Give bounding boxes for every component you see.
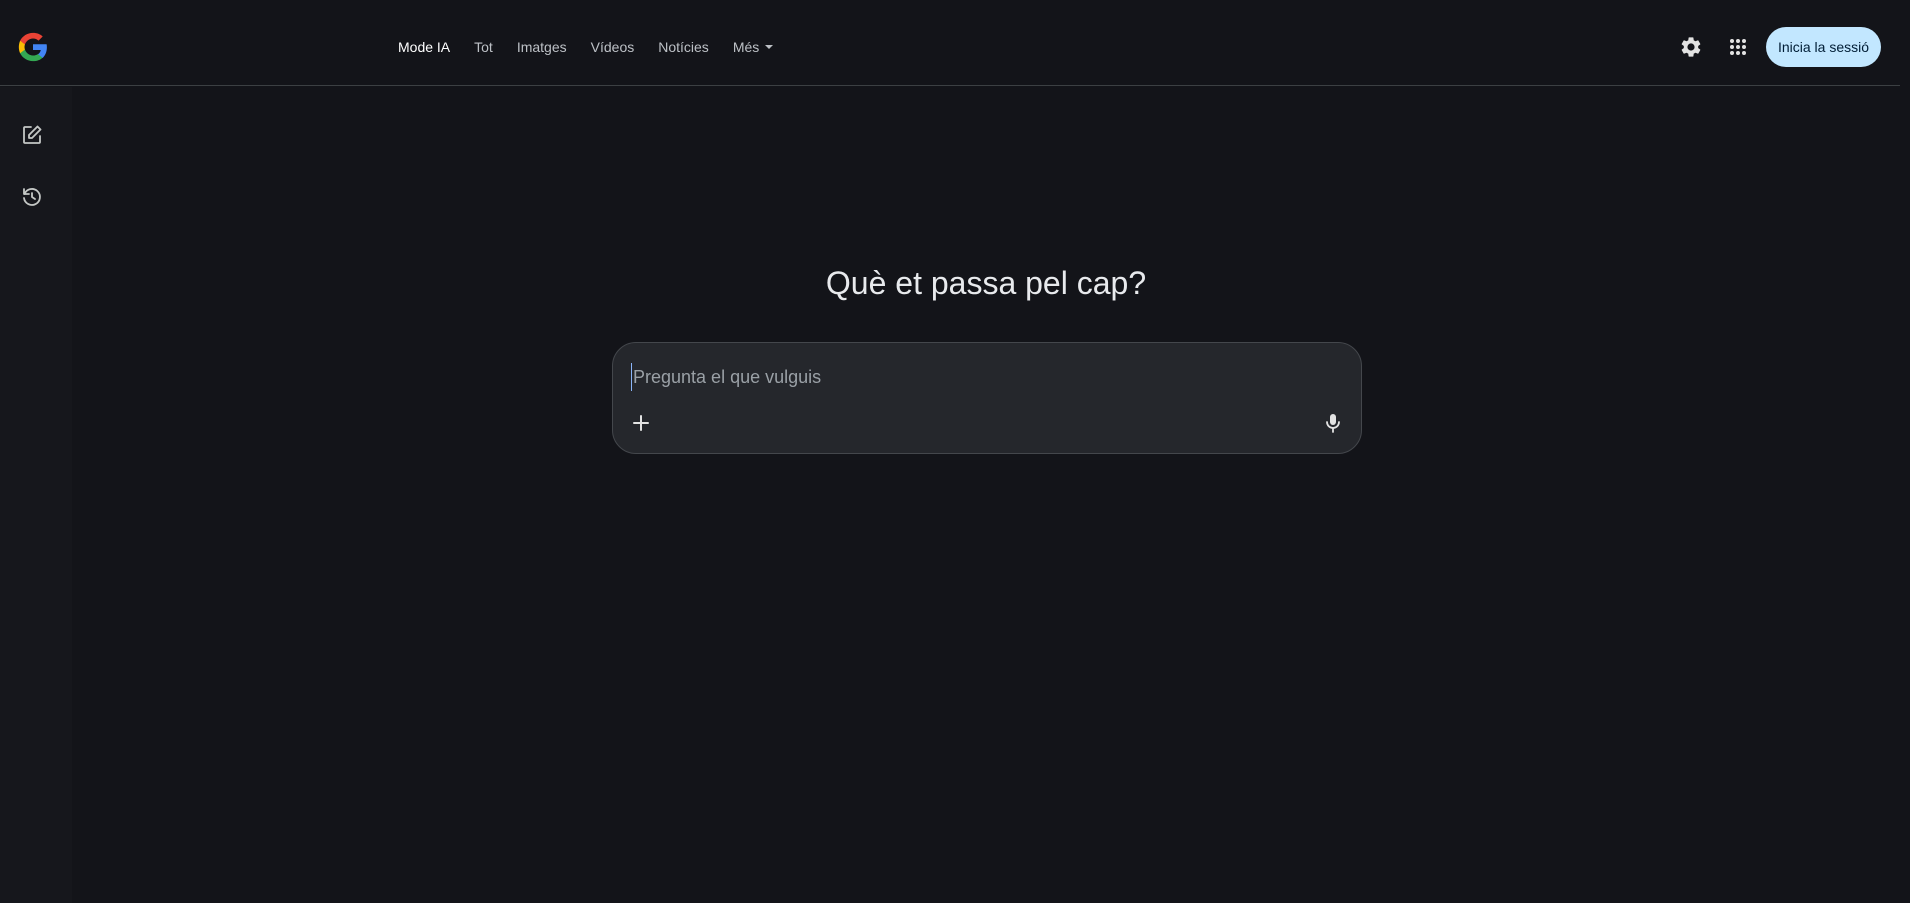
nav-tab-label: Vídeos xyxy=(590,39,635,55)
page-title: Què et passa pel cap? xyxy=(825,265,1147,301)
nav-tab-noticies[interactable]: Notícies xyxy=(658,39,709,55)
nav-tab-mode-ia[interactable]: Mode IA xyxy=(398,39,450,55)
new-chat-edit-icon[interactable] xyxy=(20,123,44,147)
nav-tab-mes-dropdown[interactable]: Més xyxy=(732,39,774,55)
nav-tab-label: Imatges xyxy=(516,39,567,55)
search-type-nav: Mode IA Tot Imatges Vídeos Notícies Més xyxy=(398,0,797,94)
plus-icon[interactable] xyxy=(629,411,653,435)
nav-tab-videos[interactable]: Vídeos xyxy=(591,39,635,55)
gear-icon[interactable] xyxy=(1679,35,1703,59)
nav-tab-label: Més xyxy=(732,39,760,55)
history-icon[interactable] xyxy=(20,185,44,209)
mic-icon[interactable] xyxy=(1321,411,1345,435)
signin-button[interactable]: Inicia la sessió xyxy=(1766,27,1881,67)
nav-tab-label: Mode IA xyxy=(398,39,451,55)
nav-tab-imatges[interactable]: Imatges xyxy=(517,39,567,55)
nav-tab-tot[interactable]: Tot xyxy=(474,39,493,55)
left-sidebar xyxy=(0,87,72,903)
nav-tab-label: Notícies xyxy=(658,39,709,55)
top-header: Mode IA Tot Imatges Vídeos Notícies Més … xyxy=(0,0,1900,86)
caret-down-icon xyxy=(765,45,774,49)
apps-grid-icon[interactable] xyxy=(1726,35,1750,59)
search-input[interactable] xyxy=(631,363,1331,391)
ai-search-box xyxy=(612,342,1362,454)
nav-tab-label: Tot xyxy=(474,39,493,55)
google-logo-icon[interactable] xyxy=(16,30,50,64)
